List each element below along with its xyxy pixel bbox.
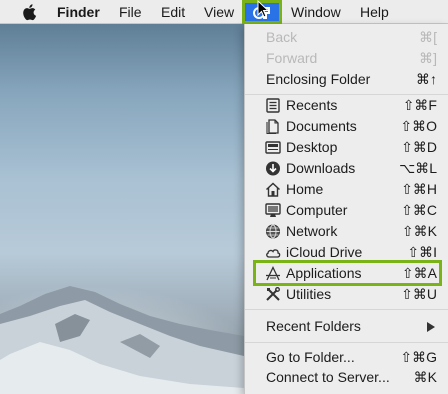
- menu-item-label: Enclosing Folder: [266, 71, 371, 87]
- menu-item-shortcut: ⇧⌘O: [400, 118, 437, 134]
- menu-item-shortcut: ⇧⌘G: [400, 349, 437, 365]
- menu-item-shortcut: ⇧⌘C: [401, 202, 437, 218]
- menu-item-forward[interactable]: Forward ⌘]: [245, 48, 448, 69]
- menu-item-downloads[interactable]: Downloads ⌥⌘L: [245, 158, 448, 179]
- menu-item-label: Computer: [286, 202, 348, 218]
- recents-icon: [266, 98, 280, 113]
- downloads-icon: [266, 161, 280, 176]
- menu-item-label: Home: [286, 181, 324, 197]
- submenu-arrow-icon: [427, 322, 435, 332]
- menu-item-back[interactable]: Back ⌘[: [245, 27, 448, 48]
- menu-item-network[interactable]: Network ⇧⌘K: [245, 221, 448, 242]
- menu-item-shortcut: ⇧⌘F: [402, 97, 437, 113]
- menu-item-label: Desktop: [286, 139, 338, 155]
- menu-item-recent-folders[interactable]: Recent Folders: [245, 316, 448, 337]
- menu-item-shortcut: ⌥⌘L: [399, 160, 437, 176]
- menu-item-label: Back: [266, 29, 298, 45]
- menu-item-computer[interactable]: Computer ⇧⌘C: [245, 200, 448, 221]
- computer-icon: [265, 203, 281, 217]
- network-icon: [266, 224, 280, 239]
- go-menu: Back ⌘[ Forward ⌘] Enclosing Folder ⌘↑ R…: [244, 24, 448, 394]
- applications-highlight-outline: [253, 260, 442, 286]
- menu-item-label: Recents: [286, 97, 338, 113]
- menu-help[interactable]: Help: [360, 4, 389, 21]
- documents-icon: [266, 119, 279, 134]
- desktop-icon: [265, 141, 281, 154]
- menu-item-shortcut: ⌘]: [419, 50, 437, 66]
- apple-logo-icon[interactable]: [22, 3, 38, 21]
- icloud-icon: [266, 249, 281, 258]
- utilities-icon: [266, 287, 280, 301]
- menu-item-shortcut: ⌘[: [419, 29, 437, 45]
- menu-file[interactable]: File: [119, 4, 142, 21]
- menu-item-recents[interactable]: Recents ⇧⌘F: [245, 95, 448, 116]
- menu-edit[interactable]: Edit: [161, 4, 185, 21]
- menu-finder[interactable]: Finder: [57, 4, 100, 21]
- menu-item-shortcut: ⇧⌘K: [401, 223, 437, 239]
- menu-item-label: Downloads: [286, 160, 356, 176]
- menu-item-label: Go to Folder...: [266, 349, 355, 365]
- menu-item-connect-to-server[interactable]: Connect to Server... ⌘K: [245, 367, 448, 388]
- menu-item-enclosing-folder[interactable]: Enclosing Folder ⌘↑: [245, 69, 448, 90]
- menu-item-label: Connect to Server...: [266, 369, 390, 385]
- menu-item-desktop[interactable]: Desktop ⇧⌘D: [245, 137, 448, 158]
- menu-item-documents[interactable]: Documents ⇧⌘O: [245, 116, 448, 137]
- menu-item-label: Network: [286, 223, 338, 239]
- menu-bar: Finder File Edit View Window Help: [0, 0, 448, 24]
- menu-item-shortcut: ⇧⌘H: [401, 181, 437, 197]
- menu-item-utilities[interactable]: Utilities ⇧⌘U: [245, 284, 448, 305]
- mouse-cursor-icon: [257, 0, 270, 18]
- menu-item-shortcut: ⌘K: [413, 369, 437, 385]
- menu-item-shortcut: ⇧⌘U: [401, 286, 437, 302]
- menu-separator: [245, 342, 448, 343]
- menu-item-label: Recent Folders: [266, 318, 361, 334]
- menu-item-shortcut: ⌘↑: [416, 71, 437, 87]
- menu-view[interactable]: View: [204, 4, 234, 21]
- menu-separator: [245, 309, 448, 310]
- menu-item-label: Utilities: [286, 286, 332, 302]
- menu-item-label: Forward: [266, 50, 318, 66]
- menu-item-label: Documents: [286, 118, 357, 134]
- menu-item-shortcut: ⇧⌘D: [401, 139, 437, 155]
- home-icon: [265, 182, 281, 197]
- menu-item-go-to-folder[interactable]: Go to Folder... ⇧⌘G: [245, 347, 448, 368]
- menu-window[interactable]: Window: [291, 4, 341, 21]
- menu-item-home[interactable]: Home ⇧⌘H: [245, 179, 448, 200]
